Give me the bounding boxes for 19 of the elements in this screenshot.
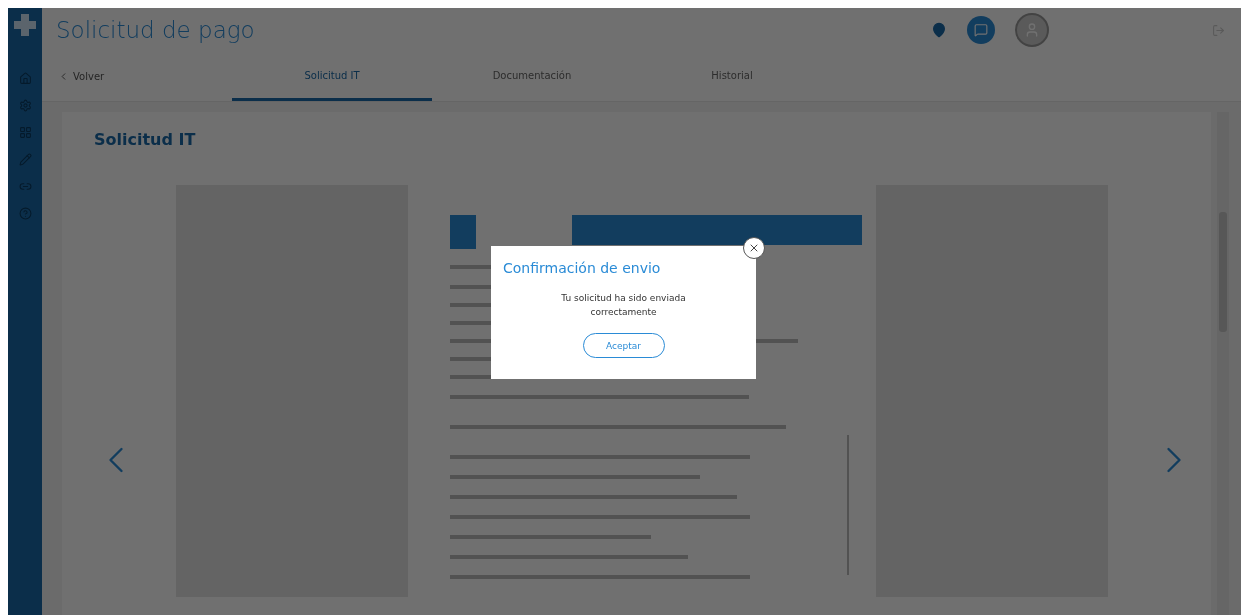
section-title: Solicitud IT xyxy=(94,130,197,149)
sidebar-nav-icon[interactable] xyxy=(18,153,32,166)
tab[interactable]: Solicitud IT xyxy=(232,52,432,101)
sidebar-nav-icon[interactable] xyxy=(18,72,32,85)
avatar-icon[interactable] xyxy=(1015,13,1049,47)
back-link[interactable]: Volver xyxy=(58,52,232,101)
close-icon xyxy=(748,242,760,254)
accept-button[interactable]: Aceptar xyxy=(582,333,665,358)
chat-icon[interactable] xyxy=(967,16,995,44)
location-pin-icon[interactable] xyxy=(931,22,947,38)
page-title: Solicitud de pago xyxy=(56,17,256,43)
sidebar-nav-icon[interactable] xyxy=(18,180,32,193)
dialog-message: Tu solicitud ha sido enviada correctamente xyxy=(560,292,687,319)
sidebar-nav-icon[interactable] xyxy=(18,99,32,112)
tab[interactable]: Historial xyxy=(632,52,832,101)
tab[interactable]: Documentación xyxy=(432,52,632,101)
sidebar-nav-icon[interactable] xyxy=(18,126,32,139)
sidebar-nav-icon[interactable] xyxy=(18,207,32,220)
dialog-title: Confirmación de envio xyxy=(503,260,661,276)
